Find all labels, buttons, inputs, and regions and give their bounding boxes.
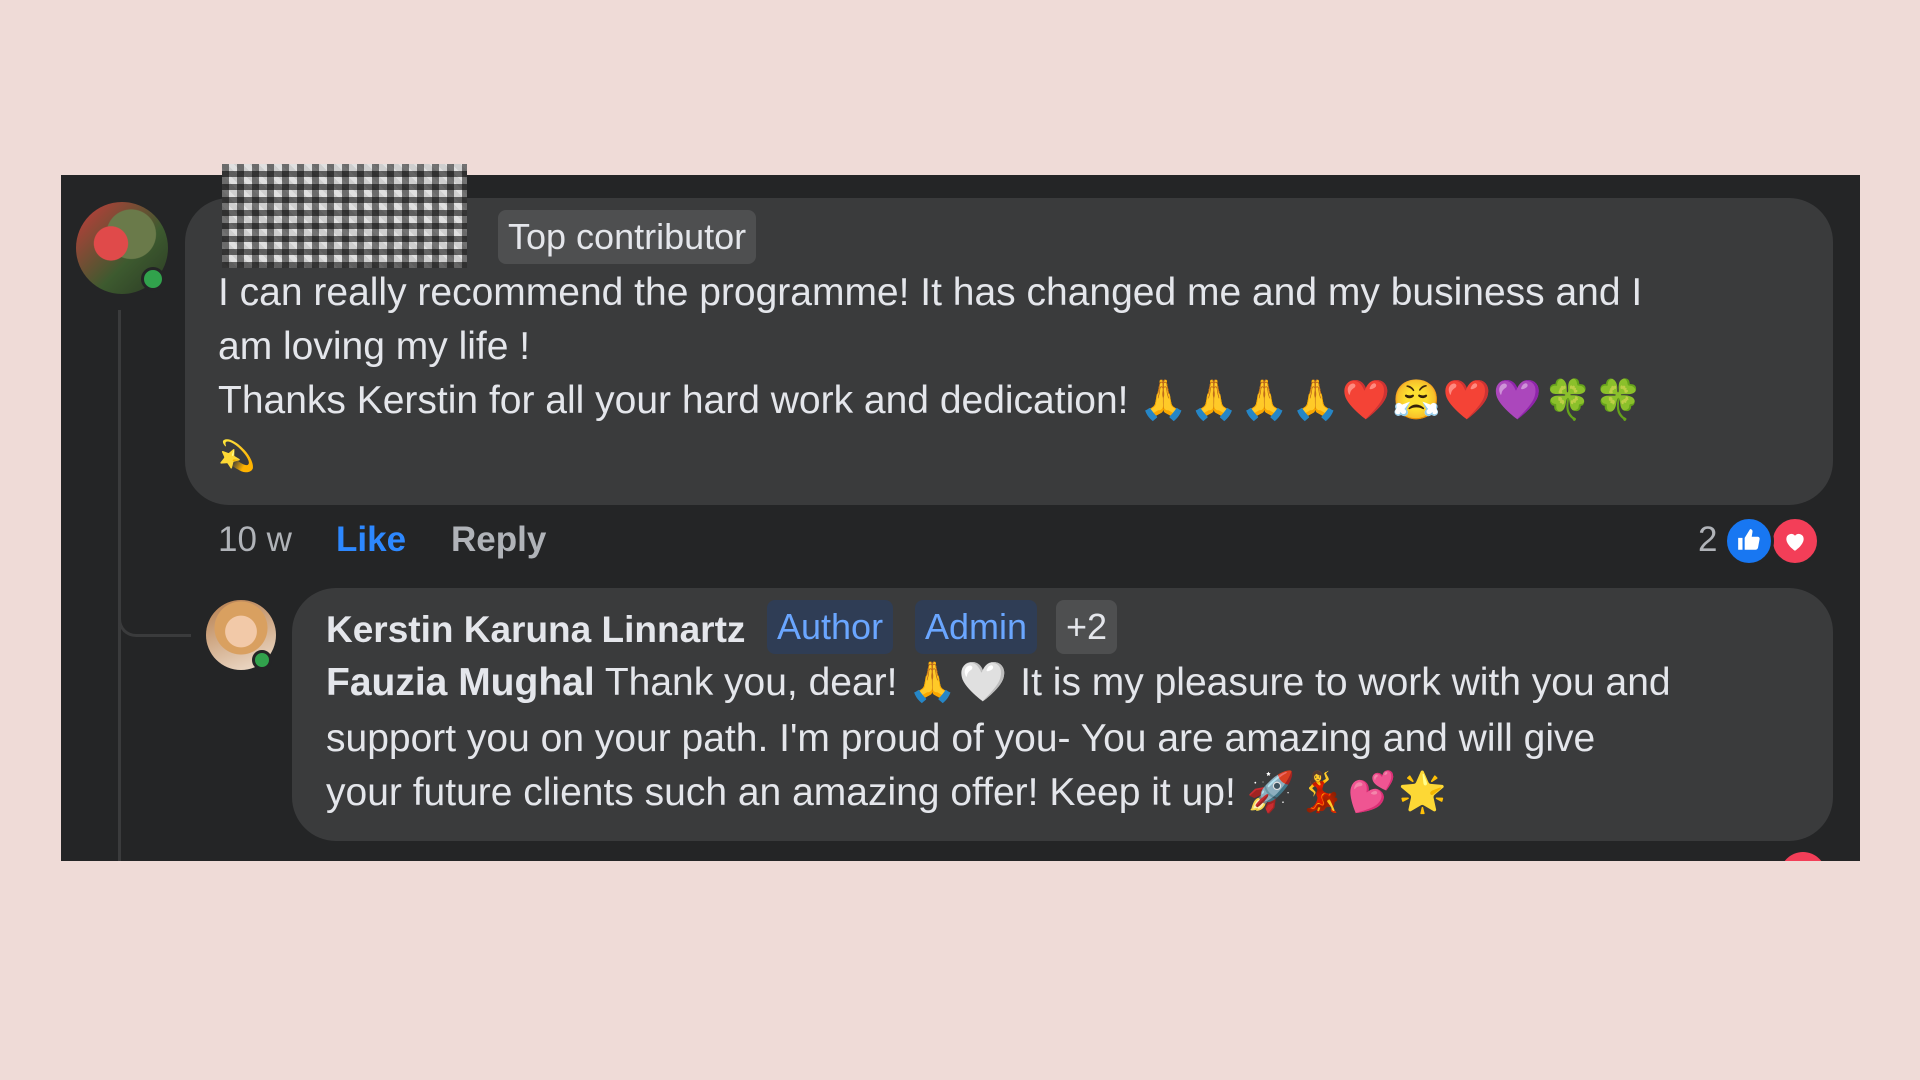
author-badge: Author: [767, 600, 894, 654]
partial-reaction-icon: [1780, 852, 1826, 898]
like-icon[interactable]: [1724, 516, 1774, 566]
emoji-group: 💫: [218, 440, 256, 473]
reply-text-segment: Thank you, dear!: [594, 661, 909, 704]
reaction-count[interactable]: 2: [1698, 515, 1717, 565]
reply-connector: [118, 560, 191, 637]
mention-link[interactable]: Fauzia Mughal: [326, 661, 595, 704]
reply-text-segment: It is my pleasure to work with you and: [1009, 661, 1671, 704]
comment-text-line: am loving my life !: [218, 325, 531, 368]
online-status-icon: [141, 267, 165, 291]
reply-button[interactable]: Reply: [451, 515, 546, 565]
reply-author-name[interactable]: Kerstin Karuna Linnartz: [326, 604, 745, 656]
top-contributor-badge: Top contributor: [498, 210, 757, 264]
reply-text-line: support you on your path. I'm proud of y…: [326, 717, 1596, 760]
comment-text-line: I can really recommend the programme! It…: [218, 271, 1643, 314]
more-badges-button[interactable]: +2: [1056, 600, 1118, 654]
reply-text-segment: your future clients such an amazing offe…: [326, 771, 1247, 814]
online-status-icon: [252, 650, 272, 670]
emoji-group: 🙏🤍: [908, 661, 1010, 704]
reply-text-line: your future clients such an amazing offe…: [326, 766, 1449, 820]
comment-text-line: Thanks Kerstin for all your hard work an…: [218, 374, 1645, 428]
comment-text-segment: Thanks Kerstin for all your hard work an…: [218, 379, 1140, 422]
emoji-group: 🚀💃💕🌟: [1246, 771, 1449, 814]
reply-text-line: Fauzia Mughal Thank you, dear! 🙏🤍 It is …: [326, 656, 1671, 710]
emoji-group: 🙏🙏🙏🙏❤️😤❤️💜🍀🍀: [1139, 379, 1645, 422]
like-button[interactable]: Like: [336, 515, 406, 565]
love-icon[interactable]: [1770, 516, 1820, 566]
comment-timestamp[interactable]: 10 w: [218, 515, 292, 565]
pixelated-commenter-name[interactable]: [222, 164, 467, 268]
admin-badge: Admin: [915, 600, 1038, 654]
